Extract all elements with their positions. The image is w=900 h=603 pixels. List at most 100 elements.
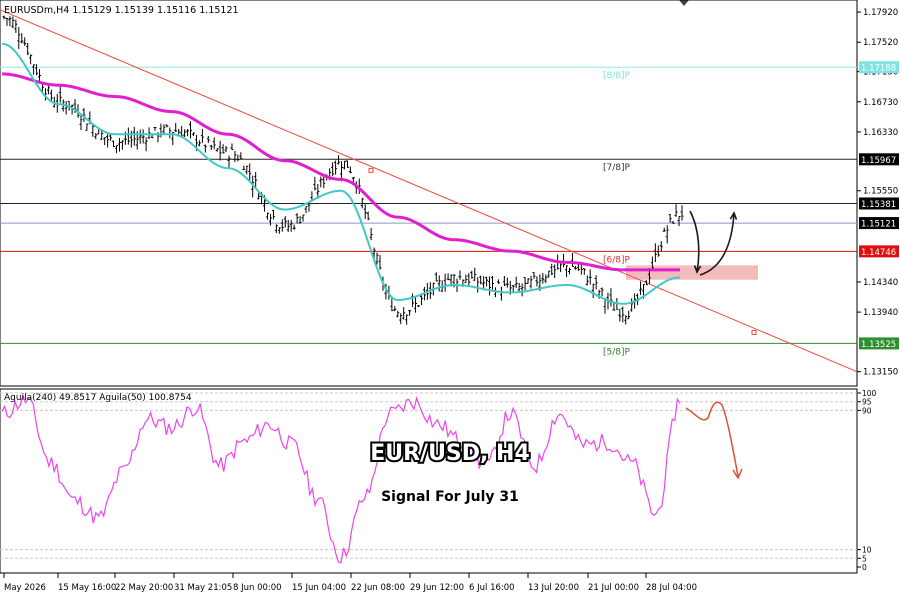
time-tick-label: 28 Jul 04:00 — [646, 583, 697, 593]
price-bar — [168, 127, 172, 139]
price-bar — [144, 137, 148, 152]
price-bar — [283, 216, 287, 228]
price-tick-label: 1.14340 — [863, 278, 898, 288]
time-tick-label: 22 May 20:00 — [115, 583, 173, 593]
price-bar — [476, 277, 480, 293]
price-bar — [8, 16, 12, 27]
svg-text:1.14746: 1.14746 — [861, 248, 896, 258]
price-bar — [239, 152, 243, 160]
price-bar — [319, 176, 323, 188]
chart-title: EUR/USD, H4 — [370, 441, 530, 466]
aguila-oscillator-line — [1, 393, 681, 564]
price-bar — [662, 227, 666, 232]
price-bar — [35, 64, 39, 76]
price-bar — [106, 133, 110, 148]
price-bar — [268, 213, 272, 226]
price-tick-label: 1.16730 — [863, 98, 898, 108]
price-bar — [345, 160, 349, 169]
price-bar — [29, 54, 33, 65]
price-bar — [23, 37, 27, 46]
price-bar — [523, 276, 527, 291]
price-bar — [405, 314, 409, 325]
price-bar — [390, 298, 394, 312]
price-bar — [209, 144, 213, 150]
price-bar — [254, 172, 258, 188]
indicator-tick-label: 5 — [862, 554, 867, 563]
indicator-panel-frame — [0, 388, 858, 574]
price-bar — [32, 64, 36, 75]
red-down-arrow-icon — [685, 401, 743, 480]
time-tick-label: 22 Jun 08:00 — [351, 583, 405, 593]
price-bar — [277, 227, 281, 234]
price-bar — [378, 255, 382, 270]
price-bar — [419, 294, 423, 306]
indicator-tick-label: 0 — [862, 563, 867, 572]
price-bar — [245, 165, 249, 175]
price-box: 1.15967 — [859, 153, 899, 166]
price-bar — [295, 213, 299, 224]
price-bar — [292, 224, 296, 231]
price-bar — [674, 204, 678, 217]
price-bar — [582, 267, 586, 275]
price-bar — [434, 272, 438, 282]
price-bar — [437, 275, 441, 292]
price-bar — [585, 275, 589, 286]
level-label: [7/8]P — [603, 163, 631, 173]
time-tick-label: 13 Jul 20:00 — [528, 583, 579, 593]
price-bar — [659, 241, 663, 252]
price-bar — [473, 267, 477, 281]
scroll-marker-icon[interactable] — [679, 0, 689, 6]
slow-moving-average — [1, 72, 680, 272]
price-bar — [289, 219, 293, 232]
chart-subtitle: Signal For July 31 — [381, 489, 519, 505]
price-bar — [520, 283, 524, 297]
svg-text:1.15121: 1.15121 — [861, 220, 896, 230]
time-tick-label: May 2026 — [4, 583, 46, 593]
price-bar — [565, 265, 569, 277]
price-bar — [248, 163, 252, 182]
support-zone-box — [626, 265, 758, 280]
time-tick-label: 8 Jun 00:00 — [233, 583, 282, 593]
price-bar — [126, 127, 130, 145]
price-bar — [301, 214, 305, 222]
price-bar — [544, 274, 548, 284]
price-bar — [180, 125, 184, 137]
down-arrow-icon — [689, 210, 702, 274]
price-bar — [334, 160, 338, 175]
indicator-tick-label: 95 — [862, 398, 872, 407]
price-bar — [532, 271, 536, 279]
price-bar — [396, 310, 400, 318]
price-bar — [588, 269, 592, 285]
price-tick-label: 1.17920 — [863, 8, 898, 18]
price-bar — [215, 148, 219, 152]
price-bar — [479, 275, 483, 285]
price-bar — [38, 69, 42, 83]
price-box: 1.15381 — [859, 197, 899, 210]
price-bar — [573, 265, 577, 270]
price-bar — [183, 129, 187, 137]
price-bar — [621, 306, 625, 323]
price-bar — [408, 310, 412, 316]
price-bar — [103, 137, 107, 145]
price-box: 1.15121 — [859, 217, 899, 230]
price-bar — [529, 275, 533, 289]
price-bar — [639, 281, 643, 296]
level-label: [6/8]P — [603, 255, 631, 265]
price-tick-label: 1.16330 — [863, 128, 898, 138]
price-bar — [203, 144, 207, 153]
price-bar — [517, 282, 521, 292]
price-bar — [280, 219, 284, 232]
chart-canvas: [8/8]P [7/8]P [6/8]P [5/8]P 1.17920 1.17520 1… — [0, 0, 899, 593]
price-bar — [458, 270, 462, 280]
price-bar — [485, 276, 489, 287]
price-bar — [174, 122, 178, 132]
price-bar — [591, 283, 595, 299]
price-bar — [550, 263, 554, 276]
price-bar — [570, 252, 574, 267]
time-tick-label: 15 Jun 04:00 — [292, 583, 346, 593]
price-bar — [206, 135, 210, 143]
price-bar — [535, 276, 539, 287]
price-bar — [467, 273, 471, 286]
price-bar — [271, 209, 275, 220]
price-bar — [2, 15, 6, 20]
